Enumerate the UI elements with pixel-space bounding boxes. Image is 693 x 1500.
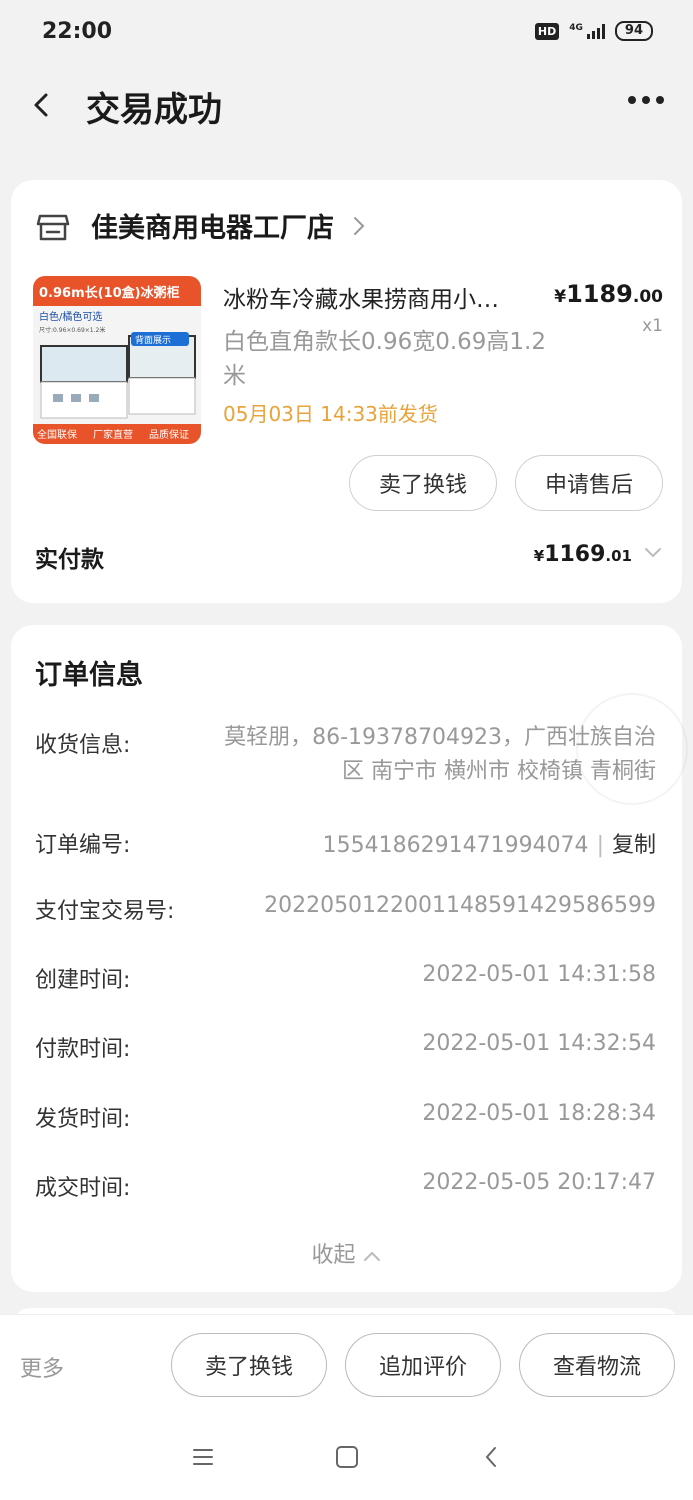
view-logistics-button[interactable]: 查看物流 [519, 1333, 675, 1397]
bottom-action-bar: 更多 卖了换钱 追加评价 查看物流 [0, 1314, 693, 1416]
resell-button[interactable]: 卖了换钱 [349, 455, 497, 511]
status-bar: 22:00 HD 4G 94 [0, 0, 693, 62]
chevron-up-icon [363, 1251, 380, 1261]
chevron-down-icon[interactable] [644, 546, 662, 560]
more-link[interactable]: 更多 [20, 1351, 64, 1383]
product-spec: 白色直角款长0.96宽0.69高1.2米 [223, 329, 546, 389]
copy-button[interactable]: 复制 [612, 833, 656, 858]
hd-icon: HD [534, 22, 560, 40]
price-currency: ¥ [554, 287, 567, 307]
product-price: ¥1189.00 [554, 280, 663, 308]
paid-time-label: 付款时间: [35, 1037, 131, 1062]
created-time-value: 2022-05-01 14:31:58 [422, 962, 656, 987]
paid-label: 实付款 [35, 547, 104, 573]
collapse-label: 收起 [311, 1243, 356, 1268]
thumb-footer-2: 厂家直营 [93, 428, 133, 441]
separator: | [596, 833, 604, 858]
order-number-row: 1554186291471994074 | 复制 [323, 827, 656, 859]
store-icon [36, 214, 70, 240]
add-review-button[interactable]: 追加评价 [345, 1333, 501, 1397]
alipay-value: 2022050122001148591429586599 [264, 893, 656, 918]
thumb-size-note: 尺寸:0.96×0.69×1.2米 [39, 326, 105, 334]
product-title[interactable]: 冰粉车冷藏水果捞商用小… [223, 280, 553, 314]
more-options-icon[interactable] [628, 96, 664, 104]
created-time-label: 创建时间: [35, 968, 131, 993]
thumb-color-note: 白色/橘色可选 [39, 310, 102, 323]
nav-bar: 交易成功 [0, 70, 693, 142]
chevron-right-icon [354, 216, 365, 235]
watermark-stamp [576, 693, 688, 805]
store-header[interactable]: 佳美商用电器工厂店 [35, 206, 366, 245]
receiver-label: 收货信息: [35, 733, 131, 758]
thumb-headline: 0.96m长(10盒)冰粥柜 [39, 285, 180, 301]
product-thumbnail[interactable]: 0.96m长(10盒)冰粥柜 白色/橘色可选 尺寸:0.96×0.69×1.2米… [33, 276, 201, 444]
price-decimal: .00 [632, 287, 663, 307]
page-title: 交易成功 [86, 90, 222, 130]
paid-decimal: .01 [605, 547, 632, 565]
paid-currency: ¥ [533, 547, 545, 565]
ship-deadline: 05月03日 14:33前发货 [223, 402, 438, 426]
price-integer: 1189 [566, 280, 633, 308]
after-sale-button[interactable]: 申请售后 [515, 455, 663, 511]
completed-time-label: 成交时间: [35, 1176, 131, 1201]
shipped-time-value: 2022-05-01 18:28:34 [422, 1101, 656, 1126]
system-nav-bar [0, 1416, 693, 1500]
back-arrow-icon[interactable] [30, 92, 56, 118]
paid-time-value: 2022-05-01 14:32:54 [422, 1031, 656, 1056]
order-item-card: 佳美商用电器工厂店 0.96m长(10盒)冰粥柜 白色/橘色可选 尺寸:0.96… [11, 180, 682, 603]
back-icon[interactable] [484, 1446, 498, 1468]
product-quantity: x1 [642, 316, 663, 336]
battery-icon: 94 [614, 21, 653, 41]
network-type: 4G [569, 23, 583, 33]
shipped-time-label: 发货时间: [35, 1107, 131, 1132]
store-name: 佳美商用电器工厂店 [91, 213, 334, 244]
alipay-label: 支付宝交易号: [35, 899, 175, 924]
home-icon[interactable] [336, 1446, 358, 1468]
signal-icon: 4G [569, 23, 605, 39]
status-icons: HD 4G 94 [534, 21, 653, 41]
menu-icon[interactable] [192, 1448, 214, 1466]
thumb-footer-1: 全国联保 [37, 428, 77, 441]
thumb-back-label: 背面展示 [135, 334, 171, 346]
completed-time-value: 2022-05-05 20:17:47 [422, 1170, 656, 1195]
paid-integer: 1169 [544, 542, 606, 567]
paid-amount: ¥1169.01 [534, 542, 632, 567]
order-number-label: 订单编号: [35, 833, 131, 858]
status-time: 22:00 [42, 18, 113, 44]
order-info-title: 订单信息 [35, 660, 143, 691]
resell-bottom-button[interactable]: 卖了换钱 [171, 1333, 327, 1397]
order-number-value: 1554186291471994074 [322, 833, 589, 858]
collapse-toggle[interactable]: 收起 [11, 1237, 682, 1269]
product-image: 0.96m长(10盒)冰粥柜 白色/橘色可选 尺寸:0.96×0.69×1.2米… [33, 276, 201, 444]
thumb-footer-3: 品质保证 [149, 428, 189, 441]
